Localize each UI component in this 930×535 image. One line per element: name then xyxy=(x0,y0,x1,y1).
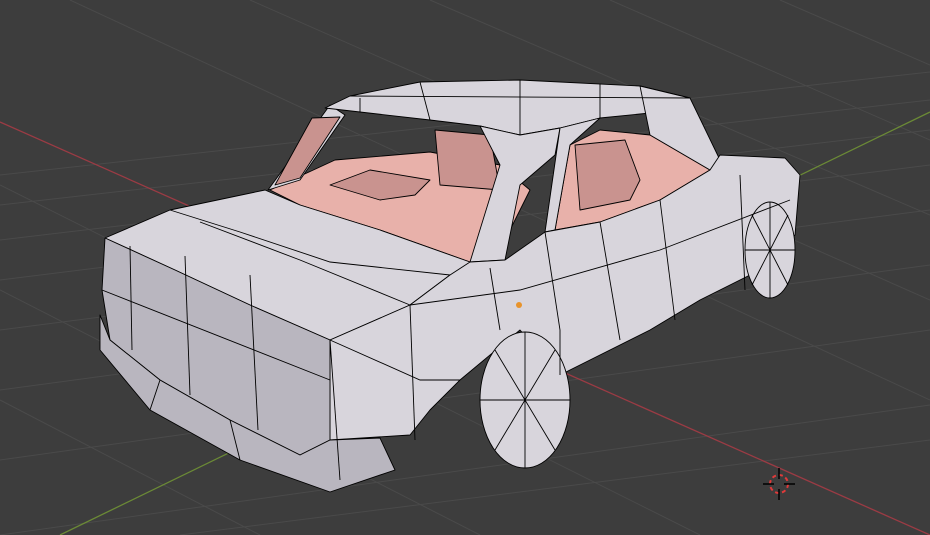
viewport-canvas[interactable] xyxy=(0,0,930,535)
roof xyxy=(324,79,691,136)
3d-viewport[interactable] xyxy=(0,0,930,535)
object-origin-dot[interactable] xyxy=(516,302,522,308)
